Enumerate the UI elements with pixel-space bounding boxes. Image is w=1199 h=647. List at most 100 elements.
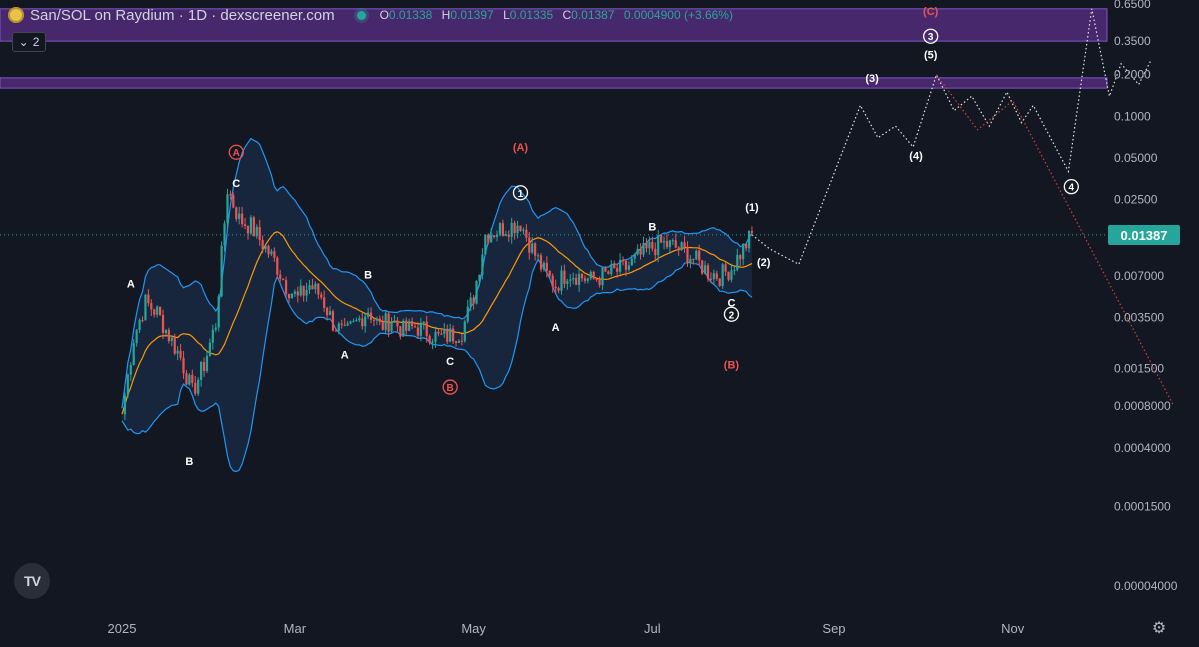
candle-body <box>123 395 127 415</box>
candle-body <box>191 374 194 383</box>
candle-body <box>750 231 754 233</box>
high-value: 0.01397 <box>450 8 494 22</box>
candle-body <box>475 280 478 304</box>
candle-body <box>170 337 173 341</box>
candle-body <box>267 245 270 255</box>
price-chart[interactable]: ABCAABCB(A)1ABC2(B)(1)(2)(3)(4)(5)3(C)4 … <box>0 0 1199 647</box>
candle-body <box>287 293 291 299</box>
candle-body <box>405 320 408 331</box>
candle-body <box>246 225 250 234</box>
wave-label: C <box>232 178 240 190</box>
candle-body <box>607 271 610 274</box>
candle-body <box>384 313 387 330</box>
candle-body <box>264 245 267 250</box>
wave-label: B <box>447 383 454 394</box>
candle-body <box>633 254 636 259</box>
candle-body <box>645 242 648 249</box>
candle-body <box>323 297 326 308</box>
candle-body <box>311 285 314 290</box>
candle-body <box>542 262 546 270</box>
candle-body <box>167 329 170 341</box>
candle-body <box>668 240 672 248</box>
ohlc-values: O0.01338 H0.01397 L0.01335 C0.01387 0.00… <box>380 8 733 22</box>
y-tick-label: 0.001500 <box>1114 361 1164 375</box>
y-tick-label: 0.02500 <box>1114 193 1158 207</box>
y-tick-label: 0.6500 <box>1114 0 1151 11</box>
y-tick-label: 0.05000 <box>1114 151 1158 165</box>
candle-body <box>490 235 493 243</box>
candle-body <box>361 318 364 327</box>
primary-projection-path <box>751 8 1151 266</box>
time-axis[interactable]: 2025 Mar May Jul Sep Nov <box>108 621 1025 636</box>
wave-label: (3) <box>865 73 879 85</box>
candle-body <box>739 255 742 260</box>
wave-label: (C) <box>923 6 939 18</box>
candle-body <box>390 322 393 332</box>
candle-body <box>545 262 548 271</box>
candle-body <box>220 245 223 297</box>
band-fill <box>122 138 752 472</box>
candle-body <box>326 307 329 316</box>
candle-body <box>337 323 340 331</box>
candle-body <box>528 237 531 253</box>
symbol-title[interactable]: San/SOL on Raydium · 1D · dexscreener.co… <box>30 7 335 24</box>
candle-body <box>179 350 182 358</box>
candle-body <box>422 321 425 323</box>
candle-body <box>314 283 317 290</box>
candle-body <box>156 306 159 315</box>
candle-body <box>440 333 443 335</box>
candle-body <box>718 278 721 287</box>
candle-body <box>158 306 162 316</box>
candle-body <box>235 207 238 219</box>
candle-body <box>358 318 361 321</box>
candle-body <box>425 321 428 336</box>
wave-label: (1) <box>745 202 759 214</box>
candle-body <box>712 273 715 280</box>
candle-body <box>449 328 452 342</box>
gear-icon[interactable]: ⚙ <box>1150 619 1168 637</box>
candle-body <box>413 326 417 328</box>
candle-body <box>493 235 496 237</box>
wave-label: (4) <box>909 151 923 163</box>
candle-body <box>522 229 525 231</box>
candle-body <box>686 246 689 264</box>
tradingview-logo-icon[interactable]: TV <box>14 563 50 599</box>
candle-body <box>226 194 229 224</box>
candle-body <box>334 330 337 332</box>
candle-body <box>273 251 276 258</box>
candle-body <box>709 278 713 280</box>
candle-body <box>460 340 463 342</box>
candle-body <box>466 306 469 322</box>
bollinger-bands <box>121 137 753 473</box>
candle-body <box>261 239 264 250</box>
chart-legend: San/SOL on Raydium · 1D · dexscreener.co… <box>8 4 733 26</box>
candle-body <box>217 296 220 328</box>
candle-body <box>372 319 376 321</box>
y-tick-label: 0.00004000 <box>1114 579 1178 593</box>
candle-body <box>463 321 466 342</box>
candle-body <box>211 329 214 343</box>
close-key: C <box>562 8 572 22</box>
candle-body <box>478 274 481 281</box>
candle-body <box>296 291 299 296</box>
candle-body <box>539 255 543 270</box>
candle-body <box>200 362 203 380</box>
candle-body <box>126 374 129 396</box>
wave-label: (2) <box>757 257 771 269</box>
candle-body <box>703 265 707 274</box>
price-axis[interactable]: 0.6500 0.3500 0.2000 0.1000 0.05000 0.02500 0.… <box>1114 0 1178 593</box>
candle-body <box>249 217 253 234</box>
candle-body <box>551 275 554 287</box>
wave-label: (5) <box>924 50 938 62</box>
candle-body <box>229 194 232 196</box>
candle-body <box>457 340 461 343</box>
candle-body <box>683 242 686 247</box>
candle-body <box>320 294 323 298</box>
candle-body <box>437 331 440 334</box>
candle-body <box>132 343 135 365</box>
wave-label: (A) <box>513 142 529 154</box>
candle-body <box>328 311 332 316</box>
candle-body <box>284 280 288 294</box>
indicators-toggle-button[interactable]: ⌄ 2 <box>12 32 46 52</box>
candle-body <box>742 243 745 260</box>
